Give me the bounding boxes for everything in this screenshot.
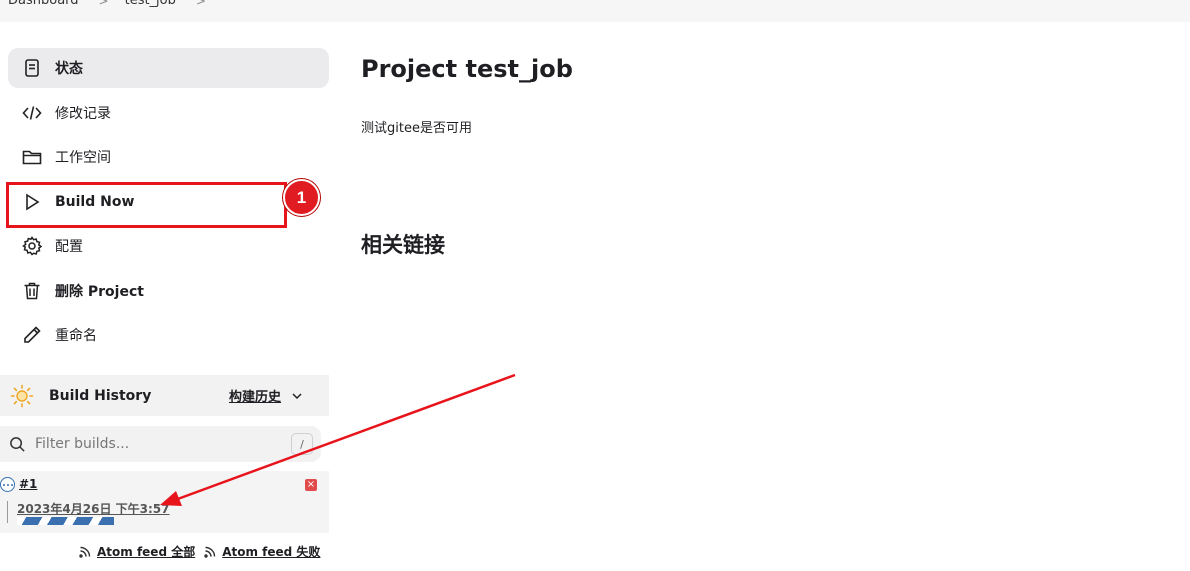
sidebar-item-configure[interactable]: 配置 <box>8 226 329 266</box>
breadcrumb-bar: Dashboard > test_job > <box>0 0 1190 22</box>
pencil-icon <box>21 324 43 346</box>
build-history-header: Build History 构建历史 <box>0 375 329 416</box>
breadcrumb: Dashboard > test_job > <box>8 0 222 8</box>
sidebar-item-changes[interactable]: 修改记录 <box>8 93 329 133</box>
document-icon <box>21 57 43 79</box>
build-row-divider <box>7 501 8 523</box>
chevron-right-icon: > <box>195 0 206 8</box>
sidebar-item-rename[interactable]: 重命名 <box>8 315 329 355</box>
keyboard-shortcut-hint: / <box>291 433 313 455</box>
rss-icon <box>204 546 216 558</box>
gear-icon <box>21 235 43 257</box>
page-title: Project test_job <box>361 55 573 83</box>
chevron-down-icon <box>292 392 302 399</box>
related-links-heading: 相关链接 <box>361 233 445 257</box>
folder-icon <box>21 146 43 168</box>
filter-builds-box: / <box>0 426 321 462</box>
chevron-right-icon: > <box>98 0 109 8</box>
sidebar-item-label: 工作空间 <box>55 150 111 166</box>
sidebar-item-label: 删除 Project <box>55 283 144 300</box>
breadcrumb-item-dashboard[interactable]: Dashboard <box>8 0 79 8</box>
build-row: #1 × 2023年4月26日 下午3:57 <box>0 471 329 533</box>
atom-feed-all-link[interactable]: Atom feed 全部 <box>79 543 195 560</box>
breadcrumb-item-job[interactable]: test_job <box>125 0 176 8</box>
sidebar-item-label: 重命名 <box>55 328 97 344</box>
weather-sun-icon <box>10 384 34 407</box>
build-trend-label: 构建历史 <box>229 390 282 405</box>
annotation-highlight-box <box>6 182 287 228</box>
atom-feed-failed-link[interactable]: Atom feed 失败 <box>204 543 320 560</box>
sidebar-item-label: 修改记录 <box>55 105 111 122</box>
sidebar-item-workspace[interactable]: 工作空间 <box>8 137 329 177</box>
trash-icon <box>21 280 43 302</box>
build-date-link[interactable]: 2023年4月26日 下午3:57 <box>17 500 169 517</box>
filter-builds-input[interactable] <box>35 436 275 452</box>
atom-feed-failed-label: Atom feed 失败 <box>222 545 321 559</box>
sidebar-item-delete-project[interactable]: 删除 Project <box>8 271 329 311</box>
sidebar-item-label: 配置 <box>55 239 83 255</box>
build-progress-bar <box>17 517 114 525</box>
build-in-progress-icon <box>0 477 15 492</box>
sidebar-item-status[interactable]: 状态 <box>8 48 329 88</box>
build-trend-link[interactable]: 构建历史 <box>229 386 303 405</box>
build-number-link[interactable]: #1 <box>19 477 37 491</box>
atom-feed-all-label: Atom feed 全部 <box>97 545 196 559</box>
search-icon <box>10 436 25 452</box>
atom-feeds: Atom feed 全部 Atom feed 失败 <box>79 543 329 560</box>
cancel-build-icon[interactable]: × <box>305 479 317 491</box>
build-history-title: Build History <box>49 387 152 404</box>
rss-icon <box>79 546 91 558</box>
code-icon <box>21 102 43 124</box>
annotation-step-badge: 1 <box>283 179 320 216</box>
project-description: 测试gitee是否可用 <box>361 121 472 136</box>
sidebar-item-label: 状态 <box>55 61 83 77</box>
